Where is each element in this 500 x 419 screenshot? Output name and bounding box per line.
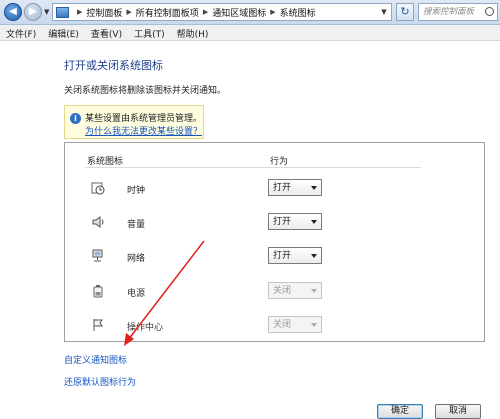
- address-dropdown-icon[interactable]: ▼: [378, 4, 390, 20]
- page-description: 关闭系统图标将删除该图标并关闭通知。: [64, 86, 227, 96]
- network-icon: [92, 249, 103, 262]
- select-value: 打开: [273, 217, 292, 227]
- menu-view[interactable]: 查看(V): [85, 25, 128, 40]
- chevron-right-icon: ▶: [202, 8, 209, 16]
- breadcrumb-item-notification-icons[interactable]: 通知区域图标: [212, 6, 266, 19]
- chevron-right-icon: ▶: [126, 8, 132, 16]
- select-value: 打开: [273, 183, 292, 193]
- flag-icon: [93, 319, 103, 331]
- column-header-system-icon: 系统图标: [87, 157, 124, 167]
- row-label: 时钟: [127, 186, 146, 196]
- customize-notification-icons-link[interactable]: 自定义通知图标: [64, 353, 127, 366]
- table-row: 时钟 打开: [65, 176, 485, 204]
- restore-default-icon-behavior-link[interactable]: 还原默认图标行为: [64, 375, 136, 388]
- select-value: 关闭: [273, 286, 292, 296]
- page-title: 打开或关闭系统图标: [64, 59, 163, 72]
- power-icon: [93, 285, 103, 298]
- breadcrumb-item-control-panel[interactable]: 控制面板: [86, 6, 122, 19]
- system-icons-table: 系统图标 行为 时钟 打开 音量 打开 网络 打开 电源 关闭 操作中心 关闭: [64, 142, 485, 342]
- select-value: 打开: [273, 251, 292, 261]
- table-row: 网络 打开: [65, 244, 485, 272]
- chevron-down-icon[interactable]: ▼: [44, 8, 49, 16]
- refresh-icon[interactable]: ↻: [396, 3, 414, 21]
- cancel-button[interactable]: 取消: [435, 404, 481, 419]
- row-label: 音量: [127, 220, 146, 230]
- behavior-select-disabled: 关闭: [268, 282, 322, 299]
- volume-icon: [92, 216, 104, 228]
- chevron-right-icon: ▶: [270, 8, 276, 16]
- search-icon[interactable]: [485, 7, 494, 16]
- breadcrumb[interactable]: ▶ 控制面板 ▶ 所有控制面板项 ▶ 通知区域图标 ▶ 系统图标: [52, 3, 392, 21]
- clock-icon: [91, 182, 105, 195]
- menu-tools[interactable]: 工具(T): [128, 25, 171, 40]
- why-cant-change-link[interactable]: 为什么我无法更改某些设置？: [85, 124, 202, 137]
- back-arrow-icon[interactable]: ◀: [4, 3, 22, 21]
- info-text: 某些设置由系统管理员管理。: [85, 114, 203, 124]
- forward-arrow-icon[interactable]: ▶: [24, 3, 42, 21]
- menu-file[interactable]: 文件(F): [0, 25, 42, 40]
- row-label: 电源: [127, 289, 146, 299]
- address-bar: ◀ ▶ ▼ ▶ 控制面板 ▶ 所有控制面板项 ▶ 通知区域图标 ▶ 系统图标 ▼…: [0, 0, 500, 25]
- chevron-right-icon: ▶: [77, 8, 83, 16]
- search-placeholder: 搜索控制面板: [423, 7, 475, 17]
- search-input[interactable]: 搜索控制面板: [418, 3, 498, 21]
- menu-edit[interactable]: 编辑(E): [42, 25, 85, 40]
- row-label: 操作中心: [127, 323, 164, 333]
- column-header-behavior: 行为: [270, 157, 289, 167]
- menu-help[interactable]: 帮助(H): [171, 25, 215, 40]
- control-panel-icon: [56, 6, 69, 18]
- table-row: 操作中心 关闭: [65, 313, 485, 341]
- behavior-select[interactable]: 打开: [268, 213, 322, 230]
- behavior-select[interactable]: 打开: [268, 247, 322, 264]
- select-value: 关闭: [273, 320, 292, 330]
- menu-bar: 文件(F) 编辑(E) 查看(V) 工具(T) 帮助(H): [0, 25, 500, 41]
- table-row: 电源 关闭: [65, 279, 485, 307]
- breadcrumb-item-system-icons[interactable]: 系统图标: [280, 6, 316, 19]
- behavior-select-disabled: 关闭: [268, 316, 322, 333]
- admin-info-box: i 某些设置由系统管理员管理。 为什么我无法更改某些设置？: [64, 105, 204, 139]
- table-row: 音量 打开: [65, 210, 485, 238]
- chevron-down-icon: [311, 186, 317, 190]
- chevron-down-icon: [311, 289, 317, 293]
- chevron-down-icon: [311, 220, 317, 224]
- breadcrumb-item-all-items[interactable]: 所有控制面板项: [136, 6, 199, 19]
- row-label: 网络: [127, 254, 146, 264]
- chevron-down-icon: [311, 254, 317, 258]
- ok-button[interactable]: 确定: [377, 404, 423, 419]
- chevron-down-icon: [311, 323, 317, 327]
- behavior-select[interactable]: 打开: [268, 179, 322, 196]
- info-icon: i: [70, 113, 81, 124]
- header-divider: [85, 167, 421, 168]
